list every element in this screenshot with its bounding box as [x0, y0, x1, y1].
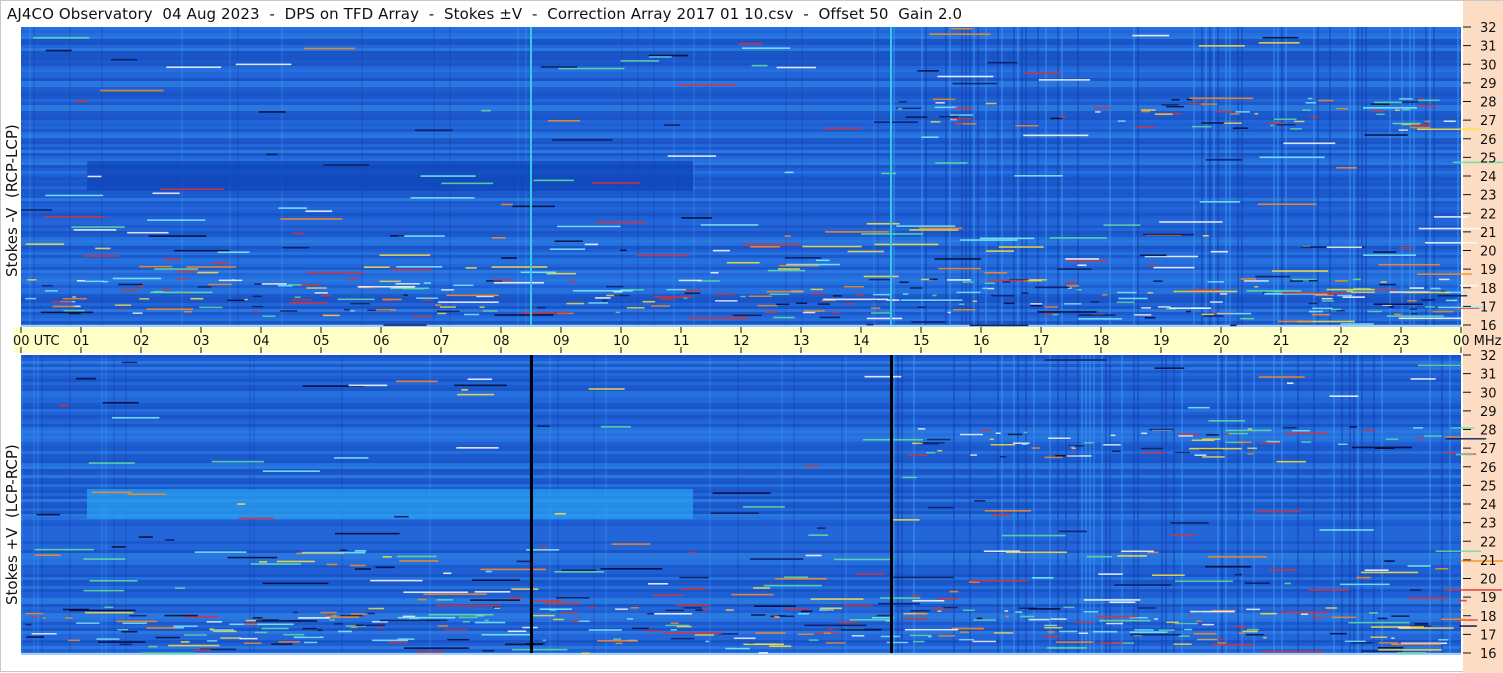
freq-tick-label: 19 — [1480, 263, 1497, 278]
freq-tick-label: 31 — [1480, 40, 1497, 55]
freq-tick-label: 30 — [1480, 58, 1497, 73]
time-tick-label: 22 — [1333, 334, 1350, 349]
freq-tick-label: 31 — [1480, 368, 1497, 383]
time-tick-label: 04 — [253, 334, 270, 349]
time-tick-label: 21 — [1273, 334, 1290, 349]
freq-tick-label: 16 — [1480, 319, 1497, 334]
time-tick-label: 16 — [973, 334, 990, 349]
time-tick-label: 09 — [553, 334, 570, 349]
freq-tick-label: 19 — [1480, 591, 1497, 606]
freq-tick-label: 27 — [1480, 442, 1497, 457]
freq-tick-label: 16 — [1480, 647, 1497, 662]
freq-tick-label: 27 — [1480, 114, 1497, 129]
freq-tick-label: 17 — [1480, 300, 1497, 315]
time-tick-label: 05 — [313, 334, 330, 349]
time-tick-label: 17 — [1033, 334, 1050, 349]
freq-tick-label: 20 — [1480, 573, 1497, 588]
freq-tick-label: 21 — [1480, 226, 1497, 241]
time-tick-label: 00 MHz — [1453, 334, 1502, 349]
freq-tick-label: 20 — [1480, 245, 1497, 260]
time-tick-label: 12 — [733, 334, 750, 349]
freq-tick-label: 25 — [1480, 479, 1497, 494]
freq-tick-label: 25 — [1480, 151, 1497, 166]
time-tick-label: 14 — [853, 334, 870, 349]
freq-tick-label: 24 — [1480, 498, 1497, 513]
freq-tick-label: 23 — [1480, 517, 1497, 532]
time-tick-label: 18 — [1093, 334, 1110, 349]
freq-tick-label: 22 — [1480, 535, 1497, 550]
freq-tick-label: 32 — [1480, 21, 1497, 36]
freq-tick-label: 29 — [1480, 77, 1497, 92]
freq-tick-label: 29 — [1480, 405, 1497, 420]
freq-tick-label: 30 — [1480, 386, 1497, 401]
freq-tick-label: 23 — [1480, 189, 1497, 204]
freq-tick-label: 18 — [1480, 282, 1497, 297]
time-tick-label: 23 — [1393, 334, 1410, 349]
time-tick-label: 01 — [73, 334, 90, 349]
time-tick-label: 00 UTC — [13, 334, 59, 349]
time-tick-label: 08 — [493, 334, 510, 349]
time-tick-label: 06 — [373, 334, 390, 349]
freq-tick-label: 26 — [1480, 133, 1497, 148]
time-tick-label: 10 — [613, 334, 630, 349]
axes-overlay: 00 UTC 01 02 03 04 05 06 07 08 09 10 11 12 13 14 15 16 17… — [13, 21, 1502, 662]
time-tick-label: 13 — [793, 334, 810, 349]
time-tick-label: 03 — [193, 334, 210, 349]
freq-tick-label: 22 — [1480, 207, 1497, 222]
time-tick-label: 02 — [133, 334, 150, 349]
freq-tick-label: 17 — [1480, 628, 1497, 643]
spectrogram-frame: AJ4CO Observatory 04 Aug 2023 - DPS on T… — [0, 0, 1503, 673]
time-tick-label: 07 — [433, 334, 450, 349]
freq-tick-label: 21 — [1480, 554, 1497, 569]
freq-tick-label: 28 — [1480, 424, 1497, 439]
freq-tick-label: 28 — [1480, 96, 1497, 111]
time-tick-label: 19 — [1153, 334, 1170, 349]
time-tick-label: 20 — [1213, 334, 1230, 349]
freq-tick-label: 18 — [1480, 610, 1497, 625]
freq-tick-label: 24 — [1480, 170, 1497, 185]
time-tick-label: 15 — [913, 334, 930, 349]
time-tick-label: 11 — [673, 334, 690, 349]
freq-tick-label: 26 — [1480, 461, 1497, 476]
freq-tick-label: 32 — [1480, 349, 1497, 364]
